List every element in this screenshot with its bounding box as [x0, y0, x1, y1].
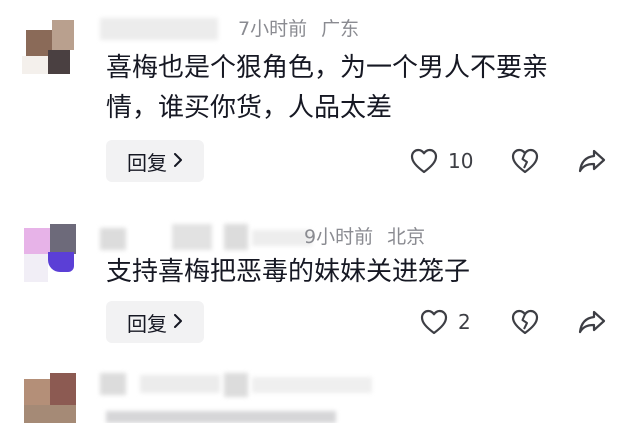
username-redacted: [100, 228, 126, 250]
username-redacted: [224, 224, 248, 250]
reply-label: 回复: [127, 311, 167, 336]
avatar[interactable]: [22, 16, 74, 74]
comment-item: [0, 365, 640, 423]
like-count: 10: [448, 149, 474, 173]
comment-item: 7小时前 广东 喜梅也是个狠角色，为一个男人不要亲 情，谁买你货，人品太差 回复 …: [0, 0, 640, 200]
comment-text: 支持喜梅把恶毒的妹妹关进笼子: [106, 252, 606, 292]
username-redacted: [100, 18, 218, 40]
reply-button[interactable]: 回复: [106, 140, 204, 182]
broken-heart-icon: [511, 148, 539, 174]
chevron-right-icon: [173, 151, 183, 172]
username-redacted: [140, 375, 220, 393]
comment-location: 广东: [321, 18, 360, 40]
chevron-right-icon: [173, 312, 183, 333]
comment-meta: 9小时前 北京: [304, 222, 425, 249]
username-redacted: [224, 373, 248, 397]
reply-label: 回复: [127, 150, 167, 175]
share-button[interactable]: [578, 308, 606, 340]
comment-text-line: 喜梅也是个狠角色，为一个男人不要亲: [106, 53, 549, 83]
comment-location: 北京: [387, 226, 426, 248]
comment-meta-redacted: [252, 377, 372, 393]
comment-text: 喜梅也是个狠角色，为一个男人不要亲 情，谁买你货，人品太差: [106, 48, 606, 128]
reply-button[interactable]: 回复: [106, 301, 204, 343]
avatar[interactable]: [24, 224, 76, 282]
comment-item: 9小时前 北京 支持喜梅把恶毒的妹妹关进笼子 回复 2: [0, 200, 640, 365]
share-arrow-icon: [578, 149, 606, 173]
dislike-button[interactable]: [511, 148, 539, 178]
username-redacted: [100, 373, 126, 395]
heart-outline-icon: [420, 309, 448, 335]
broken-heart-icon: [511, 309, 539, 335]
share-arrow-icon: [578, 310, 606, 334]
comment-text-line: 情，谁买你货，人品太差: [106, 93, 393, 123]
like-button[interactable]: 2: [420, 309, 471, 335]
like-button[interactable]: 10: [410, 148, 473, 174]
comment-time: 7小时前: [238, 18, 308, 40]
heart-outline-icon: [410, 148, 438, 174]
like-count: 2: [458, 310, 471, 334]
comment-text-redacted: [106, 411, 336, 423]
comment-text-line: 支持喜梅把恶毒的妹妹关进笼子: [106, 257, 471, 287]
share-button[interactable]: [578, 147, 606, 179]
comment-meta: 7小时前 广东: [238, 14, 359, 41]
avatar[interactable]: [24, 373, 76, 423]
dislike-button[interactable]: [511, 309, 539, 339]
comment-time: 9小时前: [304, 226, 374, 248]
username-redacted: [172, 224, 212, 250]
username-redacted: [252, 230, 312, 246]
